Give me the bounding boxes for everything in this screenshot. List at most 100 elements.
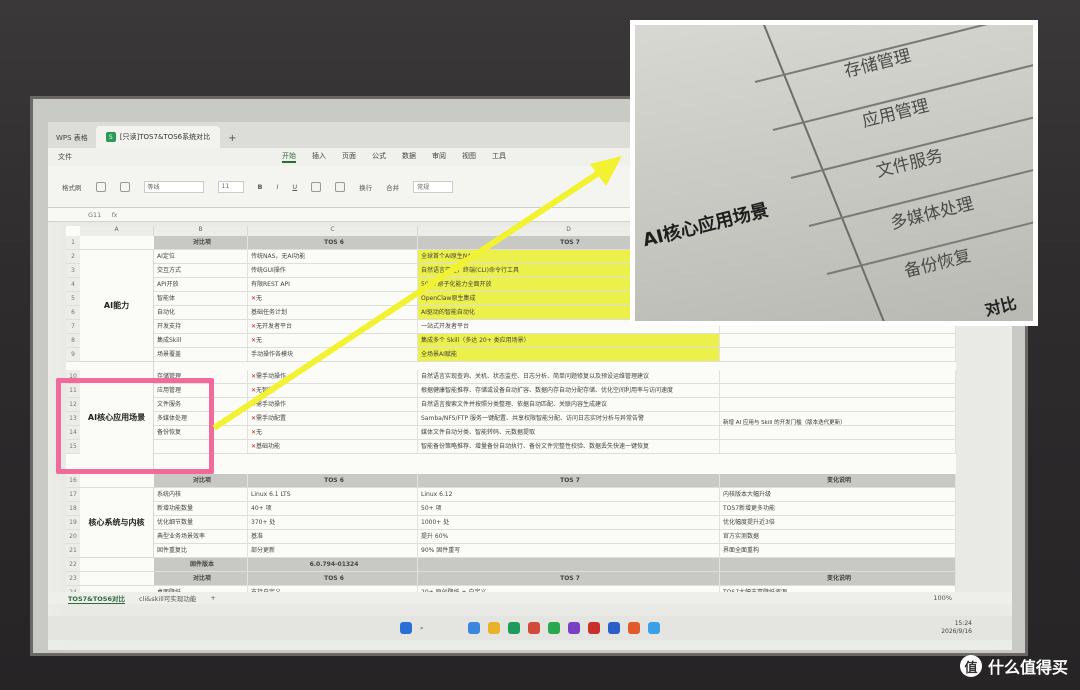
taskbar-search[interactable]: ⌕ [420,624,460,633]
tab-review[interactable]: 审阅 [432,151,446,163]
table-cell[interactable]: 有限REST API [248,278,418,291]
table-cell[interactable]: 全场景AI赋能 [418,348,720,361]
row-number[interactable]: 19 [66,516,80,529]
table-cell[interactable]: 媒体文件自动分类、智能转码、元数据提取 [418,426,720,439]
taskbar-app-icon[interactable] [508,622,520,634]
table-cell[interactable]: 传统GUI操作 [248,264,418,277]
table-cell[interactable]: Samba/NFS/FTP 服务一键配置、共享权限智能分配、访问日志实时分析与异… [418,412,720,425]
table-cell[interactable]: Linux 6.1 LTS [248,488,418,501]
table-cell[interactable]: ✕无开发者平台 [248,320,418,333]
wps-app-tab[interactable]: WPS 表格 [48,128,96,148]
taskbar-app-icon[interactable] [608,622,620,634]
tab-data[interactable]: 数据 [402,151,416,163]
table-cell[interactable]: 370+ 处 [248,516,418,529]
table-cell[interactable]: 固件版本 [154,558,248,571]
tab-view[interactable]: 视图 [462,151,476,163]
row-number[interactable]: 5 [66,292,80,305]
table-cell[interactable]: 交互方式 [154,264,248,277]
row-number[interactable]: 6 [66,306,80,319]
cut-icon[interactable] [95,181,106,192]
row-number[interactable]: 23 [66,572,80,585]
tab-formula[interactable]: 公式 [372,151,386,163]
merge-button[interactable]: 合并 [386,182,399,192]
table-cell[interactable]: 自然语言实现查询、关机、状态监控、日志分析、简单问题修复以及预设运维管理建议 [418,370,720,383]
table-cell[interactable] [720,398,956,411]
table-cell[interactable]: 固件重复比 [154,544,248,557]
table-cell[interactable]: 典型业务场景效率 [154,530,248,543]
table-cell[interactable]: 变化说明 [720,572,956,585]
table-cell[interactable]: 变化说明 [720,474,956,487]
table-cell[interactable]: TOS 6 [248,236,418,249]
table-cell[interactable]: 部分更新 [248,544,418,557]
system-clock[interactable]: 15:24 2026/9/16 [941,620,972,636]
table-cell[interactable]: 智能备份策略推荐、增量备份自动执行、备份文件完整性校验、数据丢失快速一键恢复 [418,440,720,453]
fx-icon[interactable]: fx [111,211,117,219]
table-cell[interactable]: 90% 固件重写 [418,544,720,557]
row-number[interactable]: 20 [66,530,80,543]
table-cell[interactable] [720,558,956,571]
table-cell[interactable]: TOS 6 [248,474,418,487]
add-sheet-icon[interactable]: + [210,594,215,602]
table-cell[interactable]: 优化细节数量 [154,516,248,529]
taskbar-app-icon[interactable] [468,622,480,634]
table-cell[interactable]: 新增功能数量 [154,502,248,515]
table-cell[interactable]: 自动化 [154,306,248,319]
underline-button[interactable]: U [292,183,297,191]
table-cell[interactable]: 基础任务计划 [248,306,418,319]
file-menu[interactable]: 文件 [48,152,82,162]
italic-button[interactable]: I [276,183,278,191]
table-cell[interactable]: 官方实测数据 [720,530,956,543]
zoom-level[interactable]: 100% [933,594,952,602]
row-number[interactable]: 18 [66,502,80,515]
bold-button[interactable]: B [258,183,263,191]
format-painter-button[interactable]: 格式刷 [62,182,82,192]
col-header-c[interactable]: C [248,226,418,236]
table-cell[interactable] [720,334,956,347]
row-number[interactable]: 9 [66,348,80,361]
table-cell[interactable]: 对比项 [154,236,248,249]
table-cell[interactable]: ✕无 [248,334,418,347]
table-cell[interactable]: 系统内核 [154,488,248,501]
table-cell[interactable]: 集成Skill [154,334,248,347]
taskbar-app-icon[interactable] [488,622,500,634]
copy-icon[interactable] [119,181,130,192]
table-cell[interactable]: 根据健康智能推荐、存储或设备自动扩容、数据内存自动分配存储、优化空间利用率与访问… [418,384,720,397]
table-cell[interactable]: TOS 6 [248,572,418,585]
document-tab[interactable]: S [只读]TOS7&TOS6系统对比 [95,126,221,148]
table-cell[interactable]: TOS7新增更多功能 [720,502,956,515]
table-cell[interactable]: Linux 6.12 [418,488,720,501]
new-tab-icon[interactable]: + [220,133,244,148]
table-cell[interactable]: 开发支持 [154,320,248,333]
table-cell[interactable]: ✕需手动配置 [248,412,418,425]
row-number[interactable]: 22 [66,558,80,571]
taskbar-app-icon[interactable] [548,622,560,634]
table-cell[interactable]: 6.0.794-01324 [248,558,418,571]
number-format-select[interactable]: 常规 [413,180,454,193]
table-cell[interactable]: 智能体 [154,292,248,305]
table-cell[interactable]: ✕无 [248,292,418,305]
table-cell[interactable]: API开放 [154,278,248,291]
table-cell[interactable]: ✕需手动操作 [248,370,418,383]
taskbar-app-icon[interactable] [568,622,580,634]
taskbar-app-icon[interactable] [628,622,640,634]
table-cell[interactable] [418,558,720,571]
table-cell[interactable]: ✕无智能 [248,384,418,397]
table-cell[interactable]: TOS 7 [418,572,720,585]
table-cell[interactable]: AI定位 [154,250,248,263]
taskbar-app-icon[interactable] [648,622,660,634]
table-cell[interactable]: 优化幅度提升近3倍 [720,516,956,529]
table-cell[interactable]: 1000+ 处 [418,516,720,529]
align-left-icon[interactable] [311,181,322,192]
col-header-b[interactable]: B [154,226,248,236]
table-cell[interactable]: ✕无 [248,426,418,439]
table-cell[interactable]: ✕基础功能 [248,440,418,453]
font-size-select[interactable]: 11 [217,180,244,193]
tab-insert[interactable]: 插入 [312,151,326,163]
row-number[interactable]: 7 [66,320,80,333]
windows-start-icon[interactable] [400,622,412,634]
table-cell[interactable] [720,370,956,383]
table-cell[interactable]: 自然语言搜索文件并按照分类整理、依据自动匹配、关联内容生成建议 [418,398,720,411]
row-number[interactable]: 4 [66,278,80,291]
row-number[interactable]: 2 [66,250,80,263]
table-cell[interactable]: 对比项 [154,474,248,487]
